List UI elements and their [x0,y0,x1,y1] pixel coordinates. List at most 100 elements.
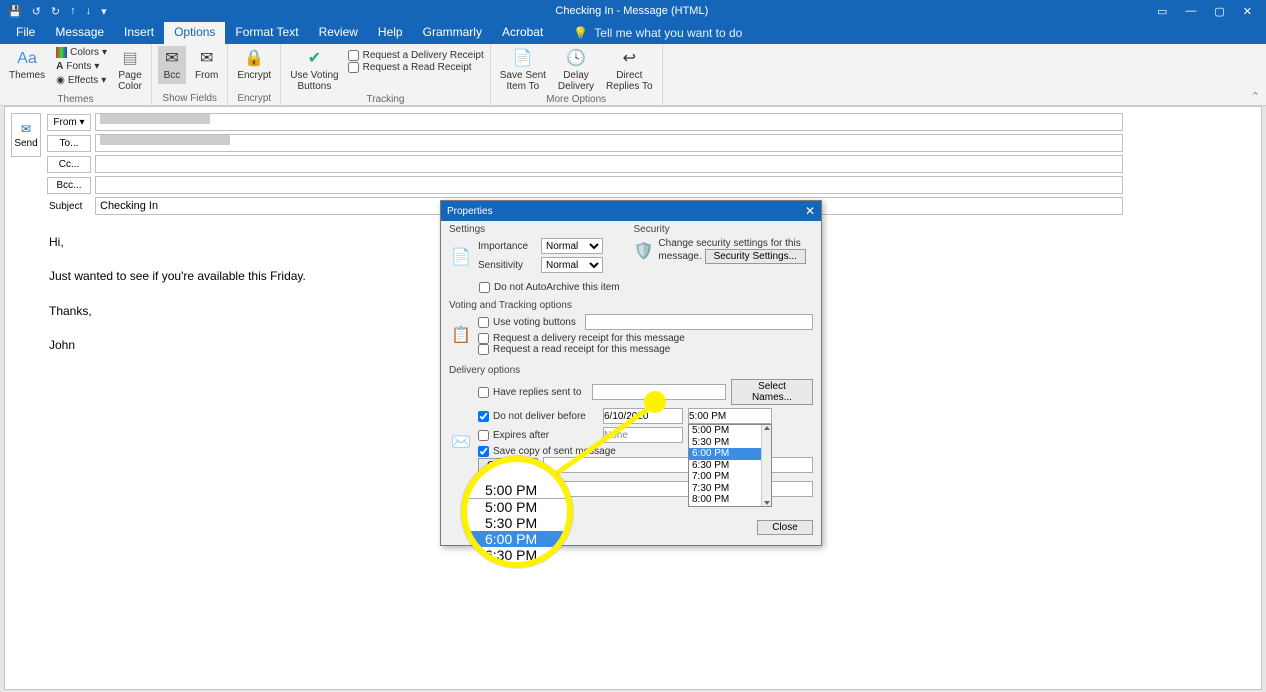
delivery-receipt-dlg-label: Request a delivery receipt for this mess… [493,333,685,344]
effects-icon: ◉ [56,75,65,86]
page-color-button[interactable]: ▤ Page Color [115,46,145,94]
ribbon-group-more-options: 📄Save Sent Item To 🕓Delay Delivery ↩Dire… [491,44,663,105]
time-option-selected[interactable]: 6:00 PM [689,448,771,460]
ribbon: Aa Themes Colors▾ AFonts▾ ◉Effects▾ ▤ Pa… [0,44,1266,106]
categories-field[interactable] [543,481,813,497]
voting-options-field[interactable] [585,314,813,330]
dialog-close-icon[interactable]: ✕ [805,204,815,218]
select-names-button[interactable]: Select Names... [731,379,813,405]
tab-insert[interactable]: Insert [114,22,164,44]
settings-header: Settings [449,224,629,235]
tab-help[interactable]: Help [368,22,413,44]
tab-options[interactable]: Options [164,22,225,44]
themes-button[interactable]: Aa Themes [6,46,48,84]
use-voting-label: Use voting buttons [493,317,576,328]
dnd-time-field[interactable] [688,408,772,424]
dialog-titlebar[interactable]: Properties ✕ [441,201,821,221]
security-settings-button[interactable]: Security Settings... [705,249,806,264]
colors-button[interactable]: Colors▾ [54,46,109,59]
themes-label: Themes [9,71,45,82]
fonts-label: Fonts [66,61,91,72]
bcc-icon: ✉ [161,48,183,70]
have-replies-checkbox[interactable]: Have replies sent to [478,387,587,398]
tab-message[interactable]: Message [45,22,114,44]
use-voting-checkbox[interactable]: Use voting buttons [478,317,576,328]
cc-field[interactable] [95,155,1123,173]
collapse-ribbon-icon[interactable]: ⌃ [1251,90,1260,103]
ribbon-display-icon[interactable]: ▭ [1157,5,1167,18]
arrow-up-icon[interactable]: ↑ [70,5,76,18]
time-dropdown-list: 5:00 PM 5:30 PM 6:00 PM 6:30 PM 7:00 PM … [688,424,772,507]
sensitivity-select[interactable]: Normal [541,257,603,273]
from-picker-button[interactable]: From ▾ [47,114,91,131]
save-sent-label: Save Sent Item To [500,71,546,92]
delivery-receipt-checkbox[interactable]: Request a Delivery Receipt [348,50,484,61]
read-receipt-dlg-label: Request a read receipt for this message [493,344,670,355]
delay-delivery-button[interactable]: 🕓Delay Delivery [555,46,597,94]
delivery-icon: ✉️ [449,430,473,454]
importance-select[interactable]: Normal [541,238,603,254]
time-option[interactable]: 7:00 PM [689,471,771,483]
maximize-icon[interactable]: ▢ [1214,5,1224,18]
time-option[interactable]: 8:00 PM [689,494,771,506]
no-autoarchive-checkbox[interactable]: Do not AutoArchive this item [449,282,813,293]
arrow-down-icon[interactable]: ↓ [86,5,92,18]
tell-me-search[interactable]: 💡 Tell me what you want to do [573,22,742,44]
bcc-button[interactable]: ✉Bcc [158,46,186,84]
save-icon[interactable]: 💾 [8,5,22,18]
page-color-icon: ▤ [119,48,141,70]
save-sent-icon: 📄 [512,48,534,70]
fonts-button[interactable]: AFonts▾ [54,60,109,73]
expires-after-checkbox[interactable]: Expires after [478,430,598,441]
qat-dropdown-icon[interactable]: ▾ [101,5,107,18]
send-label: Send [14,138,37,149]
delivery-receipt-dlg-checkbox[interactable]: Request a delivery receipt for this mess… [478,333,813,344]
expires-date-field[interactable] [603,427,683,443]
direct-replies-button[interactable]: ↩Direct Replies To [603,46,656,94]
to-field[interactable] [95,134,1123,152]
cc-picker-button[interactable]: Cc... [47,156,91,173]
delivery-options-header: Delivery options [449,365,813,376]
read-receipt-dlg-checkbox[interactable]: Request a read receipt for this message [478,344,813,355]
effects-button[interactable]: ◉Effects▾ [54,74,109,87]
direct-replies-icon: ↩ [618,48,640,70]
time-option[interactable]: 5:30 PM [689,437,771,449]
bcc-field[interactable] [95,176,1123,194]
ribbon-group-themes: Aa Themes Colors▾ AFonts▾ ◉Effects▾ ▤ Pa… [0,44,152,105]
tab-format-text[interactable]: Format Text [225,22,308,44]
redo-icon[interactable]: ↻ [51,5,60,18]
contacts-field[interactable] [543,457,813,473]
time-option[interactable]: 5:00 PM [689,425,771,437]
send-button[interactable]: ✉ Send [11,113,41,157]
close-window-icon[interactable]: ✕ [1243,5,1252,18]
save-sent-item-button[interactable]: 📄Save Sent Item To [497,46,549,94]
from-field[interactable] [95,113,1123,131]
voting-buttons-button[interactable]: ✔Use Voting Buttons [287,46,341,94]
ribbon-group-tracking: ✔Use Voting Buttons Request a Delivery R… [281,44,491,105]
to-picker-button[interactable]: To... [47,135,91,152]
window-controls: ▭ — ▢ ✕ [1157,5,1252,18]
expires-after-label: Expires after [493,430,549,441]
tab-grammarly[interactable]: Grammarly [413,22,492,44]
dialog-title: Properties [447,206,493,217]
bcc-picker-button[interactable]: Bcc... [47,177,91,194]
undo-icon[interactable]: ↺ [32,5,41,18]
time-option[interactable]: 6:30 PM [689,460,771,472]
encrypt-button[interactable]: 🔒Encrypt [234,46,274,84]
close-button[interactable]: Close [757,520,813,535]
palette-icon [56,47,67,58]
ribbon-tabs: File Message Insert Options Format Text … [0,22,1266,44]
tab-review[interactable]: Review [309,22,368,44]
read-receipt-checkbox[interactable]: Request a Read Receipt [348,62,484,73]
tab-file[interactable]: File [6,22,45,44]
tab-acrobat[interactable]: Acrobat [492,22,553,44]
from-button[interactable]: ✉From [192,46,221,84]
dnd-date-field[interactable] [603,408,683,424]
settings-icon: 📄 [449,245,473,269]
dropdown-scrollbar[interactable] [761,425,771,506]
dnd-before-checkbox[interactable]: Do not deliver before [478,411,598,422]
time-option[interactable]: 7:30 PM [689,483,771,495]
sensitivity-label: Sensitivity [478,260,536,271]
dnd-time-combo[interactable]: 5:00 PM 5:30 PM 6:00 PM 6:30 PM 7:00 PM … [688,408,772,424]
minimize-icon[interactable]: — [1185,5,1196,18]
